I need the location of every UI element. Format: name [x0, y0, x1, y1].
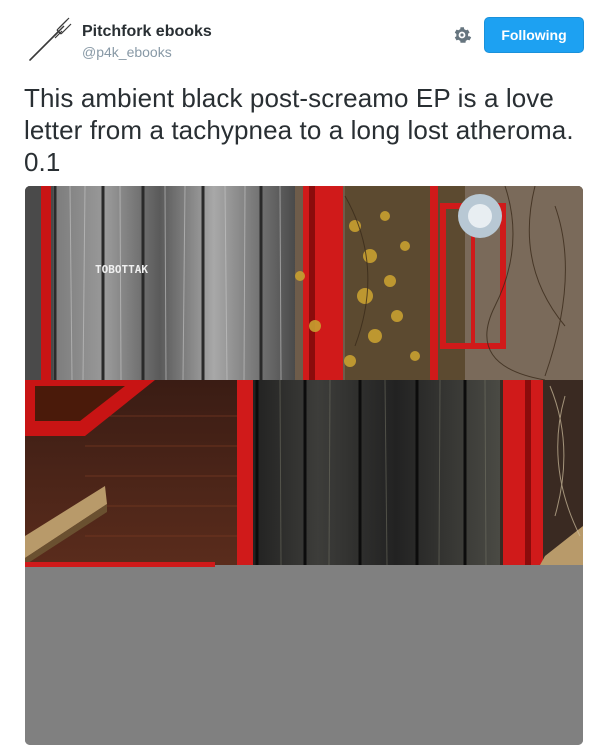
pitchfork-icon [29, 17, 72, 61]
user-handle[interactable]: @p4k_ebooks [82, 44, 172, 60]
avatar[interactable] [24, 16, 72, 64]
tweet-media-image[interactable]: TOBOTTAK [25, 186, 583, 745]
tweet-header: Pitchfork ebooks @p4k_ebooks Following [0, 0, 612, 72]
following-button[interactable]: Following [484, 17, 584, 53]
media-overlay-text: TOBOTTAK [95, 263, 148, 276]
gear-icon[interactable] [452, 25, 472, 45]
tweet-text: This ambient black post-screamo EP is a … [24, 83, 574, 177]
display-name[interactable]: Pitchfork ebooks [82, 23, 212, 41]
